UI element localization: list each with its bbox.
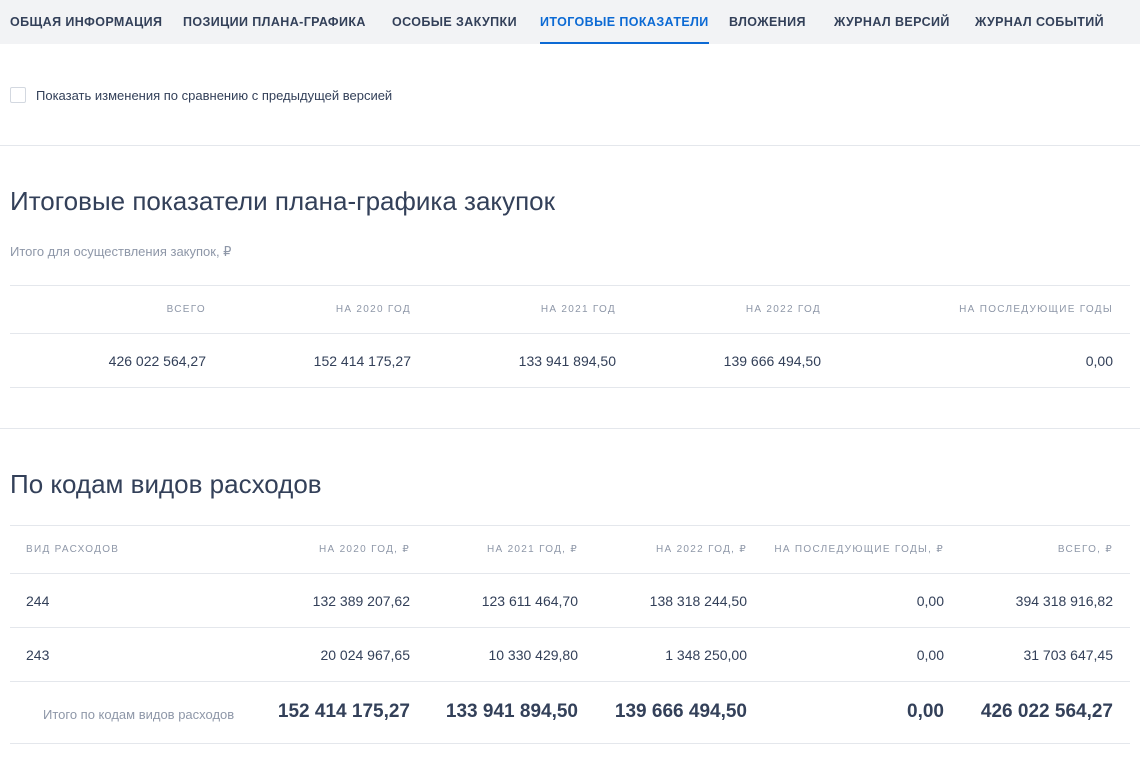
col-header-2022: НА 2022 ГОД — [745, 304, 821, 315]
row-total-value: 394 318 916,82 — [1015, 593, 1113, 609]
col-header-total: ВСЕГО — [166, 304, 206, 315]
col-header-2020: НА 2020 ГОД, ₽ — [319, 544, 410, 555]
summary-total-value: 426 022 564,27 — [108, 353, 206, 369]
tab-plan-positions[interactable]: ПОЗИЦИИ ПЛАНА-ГРАФИКА — [183, 0, 366, 44]
col-header-total: ВСЕГО, ₽ — [1057, 544, 1113, 555]
totals-following-value: 0,00 — [907, 701, 944, 722]
table-line — [10, 573, 1130, 574]
section-divider — [0, 145, 1140, 146]
row-following-value: 0,00 — [916, 593, 944, 609]
compare-label: Показать изменения по сравнению с предыд… — [36, 87, 393, 103]
summary-2020-value: 152 414 175,27 — [313, 353, 411, 369]
totals-2021-value: 133 941 894,50 — [445, 701, 578, 722]
col-header-following: НА ПОСЛЕДУЮЩИЕ ГОДЫ, ₽ — [774, 544, 944, 555]
tab-attachments[interactable]: ВЛОЖЕНИЯ — [729, 0, 806, 44]
summary-subtitle: Итого для осуществления закупок, ₽ — [10, 244, 232, 259]
table-line — [10, 333, 1130, 334]
row-2020-value: 20 024 967,65 — [320, 647, 410, 663]
tab-general-info[interactable]: ОБЩАЯ ИНФОРМАЦИЯ — [10, 0, 162, 44]
row-2022-value: 138 318 244,50 — [649, 593, 747, 609]
table-line — [10, 681, 1130, 682]
row-expense-code: 244 — [26, 593, 50, 609]
totals-2020-value: 152 414 175,27 — [277, 701, 410, 722]
row-total-value: 31 703 647,45 — [1023, 647, 1113, 663]
col-header-2021: НА 2021 ГОД, ₽ — [487, 544, 578, 555]
summary-2021-value: 133 941 894,50 — [518, 353, 616, 369]
compare-toggle[interactable]: Показать изменения по сравнению с предыд… — [10, 87, 392, 103]
row-2021-value: 10 330 429,80 — [488, 647, 578, 663]
tab-totals[interactable]: ИТОГОВЫЕ ПОКАЗАТЕЛИ — [540, 0, 709, 44]
section-divider — [0, 428, 1140, 429]
summary-2022-value: 139 666 494,50 — [723, 353, 821, 369]
row-following-value: 0,00 — [916, 647, 944, 663]
col-header-2022: НА 2022 ГОД, ₽ — [656, 544, 747, 555]
row-2021-value: 123 611 464,70 — [481, 593, 578, 609]
tab-event-log[interactable]: ЖУРНАЛ СОБЫТИЙ — [975, 0, 1104, 44]
col-header-expense-type: ВИД РАСХОДОВ — [26, 544, 120, 555]
compare-checkbox[interactable] — [10, 87, 26, 103]
col-header-2021: НА 2021 ГОД — [540, 304, 616, 315]
tab-version-log[interactable]: ЖУРНАЛ ВЕРСИЙ — [834, 0, 950, 44]
table-line — [10, 743, 1130, 744]
summary-title: Итоговые показатели плана-графика закупо… — [10, 186, 556, 216]
totals-label: Итого по кодам видов расходов — [43, 707, 235, 722]
codes-title: По кодам видов расходов — [10, 469, 322, 499]
tab-bar: ОБЩАЯ ИНФОРМАЦИЯ ПОЗИЦИИ ПЛАНА-ГРАФИКА О… — [0, 0, 1140, 44]
row-2022-value: 1 348 250,00 — [665, 647, 747, 663]
table-line — [10, 627, 1130, 628]
table-line — [10, 525, 1130, 526]
row-expense-code: 243 — [26, 647, 50, 663]
tab-special-purchases[interactable]: ОСОБЫЕ ЗАКУПКИ — [392, 0, 517, 44]
table-line — [10, 285, 1130, 286]
totals-2022-value: 139 666 494,50 — [614, 701, 747, 722]
col-header-2020: НА 2020 ГОД — [335, 304, 411, 315]
col-header-following: НА ПОСЛЕДУЮЩИЕ ГОДЫ — [959, 304, 1113, 315]
summary-following-value: 0,00 — [1085, 353, 1113, 369]
row-2020-value: 132 389 207,62 — [312, 593, 410, 609]
totals-total-value: 426 022 564,27 — [980, 701, 1113, 722]
table-line — [10, 387, 1130, 388]
